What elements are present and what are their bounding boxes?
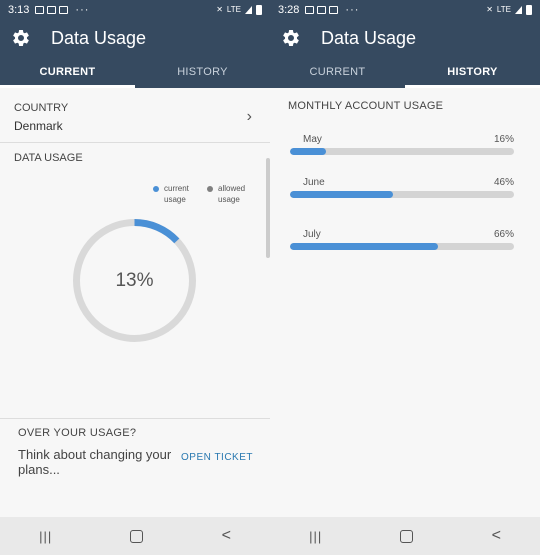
monthly-usage-title: MONTHLY ACCOUNT USAGE	[288, 100, 444, 112]
month-usage-bar	[290, 243, 514, 250]
legend-label-allowed: allowed usage	[218, 184, 246, 204]
history-screen: 3:28 ··· ✕ LTE Data Usage CURRENT HISTOR…	[270, 0, 540, 555]
usage-percent: 13%	[115, 270, 154, 291]
gallery-notification-icon	[59, 5, 69, 14]
tab-bar: CURRENT HISTORY	[0, 57, 270, 88]
tab-bar: CURRENT HISTORY	[270, 57, 540, 88]
battery-icon	[526, 4, 532, 15]
tab-current[interactable]: CURRENT	[0, 57, 135, 88]
month-usage-fill	[290, 243, 438, 250]
month-percent: 66%	[493, 229, 514, 240]
over-usage-title: OVER YOUR USAGE?	[18, 427, 137, 439]
tab-history[interactable]: HISTORY	[405, 57, 540, 88]
back-icon[interactable]: <	[492, 527, 501, 545]
legend-dot-current	[153, 186, 159, 192]
back-icon[interactable]: <	[222, 527, 231, 545]
current-content: COUNTRY Denmark › DATA USAGE current usa…	[0, 88, 270, 517]
app-title: Data Usage	[51, 27, 147, 48]
country-label: COUNTRY	[14, 102, 69, 114]
month-usage-bar	[290, 191, 514, 198]
legend-current-usage: current usage	[153, 183, 196, 205]
usage-donut: 13%	[72, 218, 197, 343]
battery-icon	[256, 4, 262, 15]
status-bar: 3:13 ··· ✕ LTE	[0, 0, 270, 19]
signal-icon	[245, 5, 252, 14]
status-time: 3:13	[8, 3, 30, 16]
country-value: Denmark	[14, 119, 63, 133]
month-name: May	[303, 134, 322, 145]
open-ticket-button[interactable]: OPEN TICKET	[181, 452, 253, 463]
history-content: MONTHLY ACCOUNT USAGE May 16% June 46% J…	[270, 88, 540, 517]
app-title: Data Usage	[321, 27, 417, 48]
app-bar: Data Usage	[0, 19, 270, 57]
recents-icon[interactable]: |||	[309, 529, 322, 544]
system-nav-bar: ||| <	[0, 517, 270, 555]
system-icons: ✕ LTE	[486, 4, 532, 15]
app-bar: Data Usage	[270, 19, 540, 57]
current-screen: 3:13 ··· ✕ LTE Data Usage CURRENT HISTOR…	[0, 0, 270, 555]
home-icon[interactable]	[130, 529, 144, 543]
month-name: June	[303, 177, 325, 188]
legend-allowed-usage: allowed usage	[207, 183, 250, 205]
over-usage-text: Think about changing your plans...	[18, 447, 172, 477]
bag-notification-icon	[317, 5, 327, 14]
country-row[interactable]: COUNTRY Denmark ›	[0, 88, 270, 143]
bag-notification-icon	[47, 5, 57, 14]
data-usage-label: DATA USAGE	[14, 152, 83, 164]
mute-icon: ✕	[486, 5, 493, 14]
month-percent: 16%	[493, 134, 514, 145]
chevron-right-icon: ›	[246, 108, 252, 125]
signal-icon	[515, 5, 522, 14]
network-type: LTE	[226, 5, 241, 14]
notification-icons: ···	[35, 4, 89, 16]
gear-icon[interactable]	[281, 28, 301, 48]
gear-icon[interactable]	[11, 28, 31, 48]
month-usage-bar	[290, 148, 514, 155]
legend-label-current: current usage	[164, 184, 189, 204]
network-type: LTE	[496, 5, 511, 14]
tab-current[interactable]: CURRENT	[270, 57, 405, 88]
status-bar: 3:28 ··· ✕ LTE	[270, 0, 540, 19]
recents-icon[interactable]: |||	[39, 529, 52, 544]
month-usage-fill	[290, 148, 326, 155]
status-time: 3:28	[278, 3, 300, 16]
month-usage-fill	[290, 191, 394, 198]
home-icon[interactable]	[400, 529, 414, 543]
tab-history[interactable]: HISTORY	[135, 57, 270, 88]
month-name: July	[303, 229, 321, 240]
more-notifications-icon: ···	[75, 3, 90, 16]
over-usage-section: OVER YOUR USAGE? Think about changing yo…	[0, 418, 270, 518]
mute-icon: ✕	[216, 5, 223, 14]
system-icons: ✕ LTE	[216, 4, 262, 15]
gallery-notification-icon	[305, 5, 315, 14]
legend-dot-allowed	[207, 186, 213, 192]
month-percent: 46%	[493, 177, 514, 188]
gallery-notification-icon	[329, 5, 339, 14]
system-nav-bar: ||| <	[270, 517, 540, 555]
more-notifications-icon: ···	[345, 3, 360, 16]
gallery-notification-icon	[35, 5, 45, 14]
notification-icons: ···	[305, 4, 359, 16]
